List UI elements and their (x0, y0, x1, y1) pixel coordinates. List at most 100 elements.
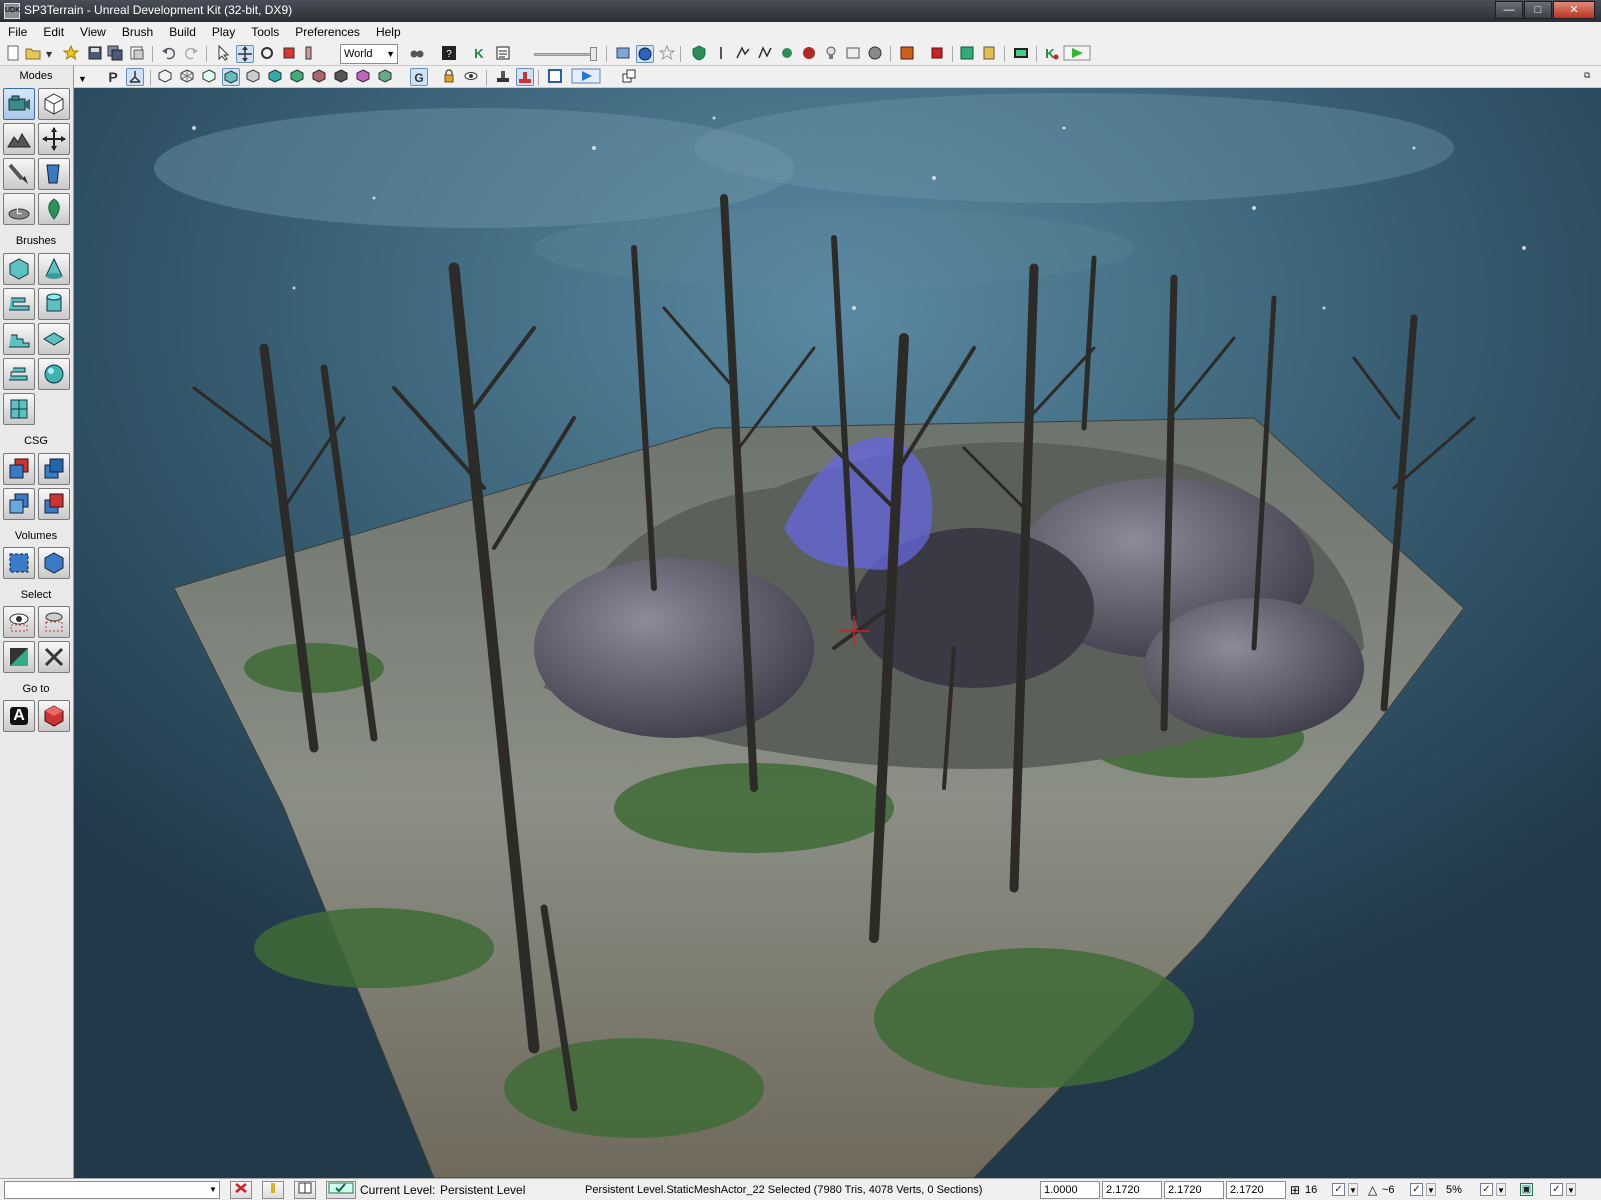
curved-stair-brush-button[interactable] (3, 288, 35, 320)
speed-slider-thumb[interactable] (590, 47, 597, 61)
menu-tools[interactable]: Tools (243, 22, 287, 42)
viewport-type-icon[interactable] (126, 68, 144, 86)
csg-deintersect-button[interactable] (38, 488, 70, 520)
mesh-paint-mode-button[interactable] (38, 158, 70, 190)
geometry-mode-button[interactable] (38, 88, 70, 120)
rotate-icon[interactable] (258, 45, 276, 63)
build-cover-icon[interactable] (778, 45, 796, 63)
scale-snap-dropdown[interactable]: ▼ (1496, 1183, 1506, 1196)
drag-grid-checkbox[interactable]: ✓ (1550, 1183, 1563, 1196)
current-level-value[interactable]: Persistent Level (440, 1183, 525, 1197)
add-volume-button[interactable] (3, 547, 35, 579)
menu-help[interactable]: Help (368, 22, 409, 42)
play-green-icon[interactable] (1062, 45, 1092, 63)
lighting-channels-icon[interactable] (354, 68, 372, 86)
maximize-button[interactable]: □ (1524, 1, 1552, 19)
coordinate-system-select[interactable]: World ▼ (340, 44, 398, 64)
grid-toggle-button[interactable]: G (410, 68, 428, 86)
hide-selected-button[interactable] (38, 606, 70, 638)
wireframe-icon[interactable] (178, 68, 196, 86)
split-icon[interactable] (294, 1181, 316, 1199)
speed-slider-track[interactable] (534, 53, 594, 56)
translate-icon[interactable] (236, 45, 254, 63)
menu-file[interactable]: File (0, 22, 35, 42)
drag-scale-field[interactable]: 1.0000 (1040, 1181, 1100, 1199)
goto-actor-button[interactable]: A (3, 700, 35, 732)
maximize-viewport-icon[interactable]: ⧉ (1584, 70, 1594, 80)
green-shield-icon[interactable] (690, 45, 708, 63)
command-input[interactable] (4, 1181, 220, 1199)
perspective-viewport[interactable] (74, 88, 1601, 1178)
viewport-frame-icon[interactable] (546, 68, 564, 86)
lit-icon[interactable] (222, 68, 240, 86)
reflections-icon[interactable] (376, 68, 394, 86)
scale-y-field[interactable]: 2.1720 (1164, 1181, 1224, 1199)
star-icon[interactable] (658, 44, 676, 63)
terrain-mode-button[interactable] (3, 123, 35, 155)
foliage-mode-button[interactable] (38, 193, 70, 225)
chevron-down-icon[interactable]: ▼ (208, 1183, 218, 1196)
minimize-button[interactable]: — (1495, 1, 1523, 19)
scale-icon[interactable] (280, 45, 298, 63)
texture-align-mode-button[interactable] (3, 158, 35, 190)
matinee-icon[interactable]: ? (440, 45, 458, 63)
lightmap-density-icon[interactable] (332, 68, 350, 86)
cylinder-brush-button[interactable] (38, 288, 70, 320)
eye-icon[interactable] (462, 68, 480, 86)
orange-square-icon[interactable] (898, 45, 916, 63)
menu-view[interactable]: View (72, 22, 114, 42)
select-arrow-icon[interactable] (214, 44, 232, 63)
grid-size-dropdown[interactable]: ▼ (1348, 1183, 1358, 1196)
close-button[interactable]: ✕ (1553, 1, 1595, 19)
goto-builder-brush-button[interactable] (38, 700, 70, 732)
red-stop-icon[interactable] (928, 45, 946, 63)
menu-build[interactable]: Build (161, 22, 204, 42)
landscape-mode-button[interactable]: L (3, 193, 35, 225)
viewport-options-icon[interactable] (620, 68, 638, 86)
redo-icon[interactable] (182, 45, 200, 63)
lighting-only-icon[interactable] (244, 68, 262, 86)
unlit-icon[interactable] (200, 68, 218, 86)
csg-subtract-button[interactable] (38, 453, 70, 485)
select-invert-button[interactable] (3, 641, 35, 673)
menu-edit[interactable]: Edit (35, 22, 72, 42)
perspective-button[interactable]: P (104, 68, 122, 86)
cone-brush-button[interactable] (38, 253, 70, 285)
level-check-icon[interactable] (326, 1181, 356, 1199)
rotation-snap-dropdown[interactable]: ▼ (1426, 1183, 1436, 1196)
build-paths-icon[interactable] (756, 45, 774, 63)
console-icon[interactable] (1012, 45, 1030, 63)
brush-tool-icon[interactable] (262, 1181, 284, 1199)
scale-snap-checkbox[interactable]: ✓ (1480, 1183, 1493, 1196)
cube-brush-button[interactable] (3, 253, 35, 285)
x-mark-icon[interactable] (230, 1181, 252, 1199)
shader-complexity-icon[interactable] (310, 68, 328, 86)
fullscreen-icon[interactable] (844, 45, 862, 63)
new-file-icon[interactable] (4, 45, 22, 63)
save-all-icon[interactable] (106, 45, 124, 63)
realtime-icon[interactable] (636, 45, 654, 63)
save-icon[interactable] (86, 45, 104, 63)
play-in-editor-icon[interactable] (958, 45, 976, 63)
pause-icon[interactable] (980, 45, 998, 63)
open-folder-icon[interactable] (24, 45, 42, 63)
open-dropdown-icon[interactable]: ▾ (44, 45, 54, 63)
menu-play[interactable]: Play (204, 22, 243, 42)
chevron-down-icon[interactable]: ▼ (78, 74, 87, 84)
search-icon[interactable] (408, 45, 426, 63)
lock-icon[interactable] (440, 68, 458, 86)
level-icon[interactable] (614, 45, 632, 63)
kismet-play-icon[interactable]: K (1042, 45, 1060, 63)
camera-mode-button[interactable] (3, 88, 35, 120)
light-complexity-icon[interactable] (266, 68, 284, 86)
menu-preferences[interactable]: Preferences (287, 22, 368, 42)
light-bulb-icon[interactable] (822, 45, 840, 63)
favorite-star-icon[interactable] (62, 44, 80, 63)
csg-intersect-button[interactable] (3, 488, 35, 520)
build-geometry-icon[interactable] (734, 45, 752, 63)
csg-add-button[interactable] (3, 453, 35, 485)
sphere-brush-button[interactable] (38, 358, 70, 390)
app-icon[interactable]: UDK (4, 3, 20, 19)
scale-x-field[interactable]: 2.1720 (1102, 1181, 1162, 1199)
save-copy-icon[interactable] (128, 45, 146, 63)
